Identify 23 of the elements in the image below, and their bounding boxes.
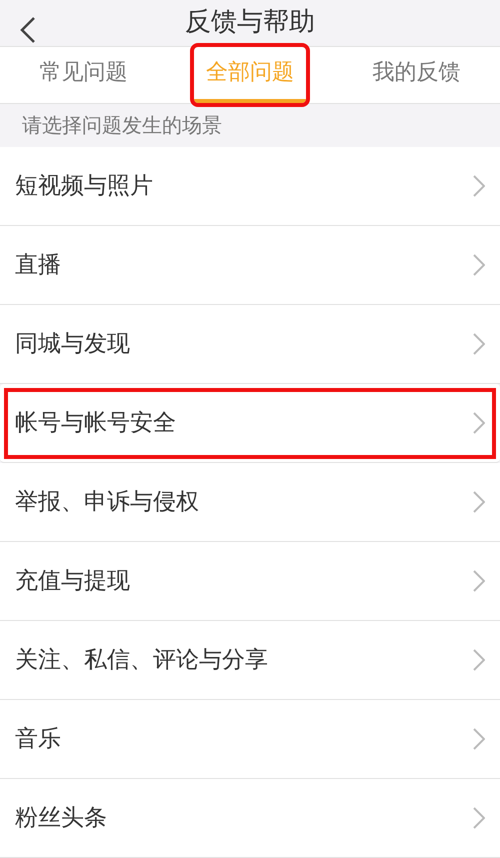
list-item[interactable]: 帐号与帐号安全 — [0, 384, 500, 463]
list-item[interactable]: 同城与发现 — [0, 305, 500, 384]
section-hint: 请选择问题发生的场景 — [21, 112, 223, 140]
list-item[interactable]: 关注、私信、评论与分享 — [0, 621, 500, 700]
list-item[interactable]: 粉丝头条 — [0, 779, 500, 858]
chevron-icon — [473, 491, 485, 513]
chevron-icon — [473, 807, 485, 829]
chevron-icon — [473, 254, 485, 276]
chevron-icon — [473, 728, 485, 750]
list-item[interactable]: 举报、申诉与侵权 — [0, 463, 500, 542]
list-item[interactable]: 音乐 — [0, 700, 500, 779]
page-title: 反馈与帮助 — [185, 6, 315, 40]
tab[interactable]: 我的反馈 — [360, 46, 473, 103]
list-item[interactable]: 充值与提现 — [0, 542, 500, 621]
list-item[interactable]: 短视频与照片 — [0, 147, 500, 226]
chevron-icon — [473, 333, 485, 355]
chevron-icon — [473, 175, 485, 197]
chevron-icon — [473, 412, 485, 434]
chevron-icon — [473, 649, 485, 671]
chevron-icon — [473, 570, 485, 592]
list-item[interactable]: 直播 — [0, 226, 500, 305]
back-icon[interactable] — [18, 16, 38, 44]
tab[interactable]: 常见问题 — [27, 46, 140, 103]
